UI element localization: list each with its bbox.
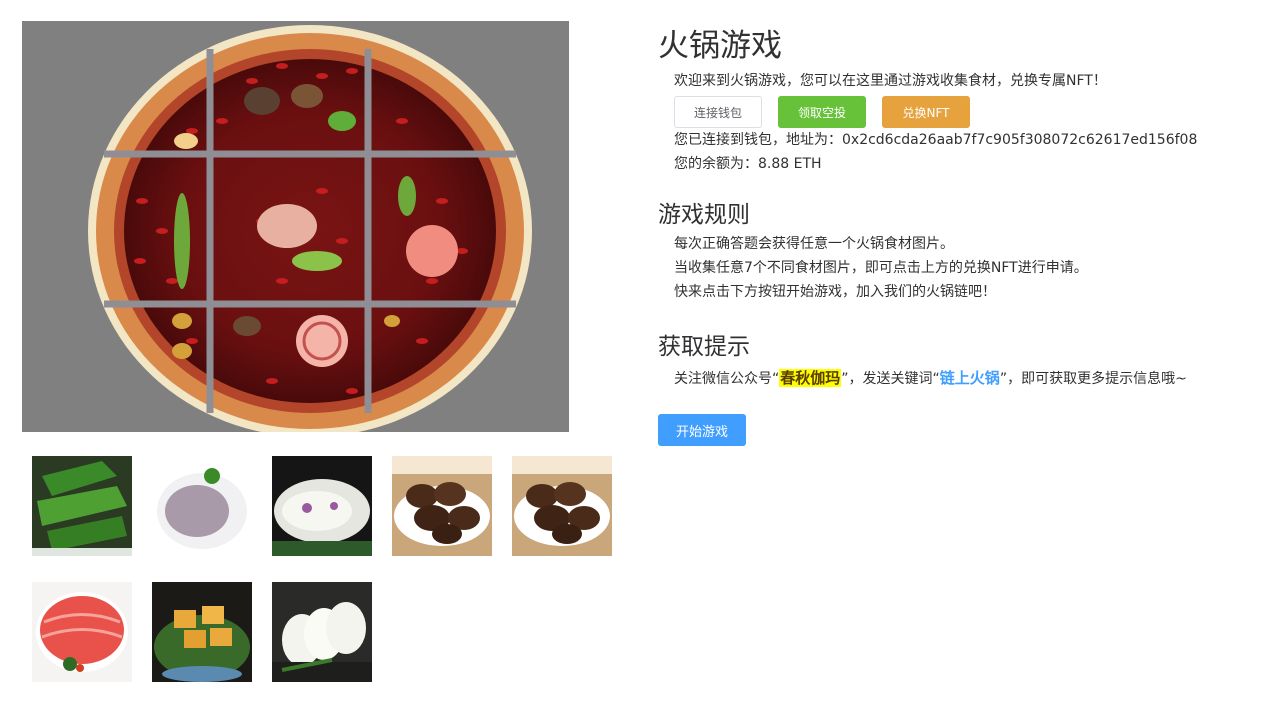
beef-rolls-image xyxy=(32,582,132,682)
wallet-address-text: 您已连接到钱包，地址为：0x2cd6cda26aab7f7c905f308072… xyxy=(674,132,1198,148)
rule-line: 当收集任意7个不同食材图片，即可点击上方的兑换NFT进行申请。 xyxy=(674,260,1088,276)
hotpot-hero-image xyxy=(22,21,569,432)
tips-middle: ”，发送关键词“ xyxy=(841,371,940,387)
rules-list: 每次正确答题会获得任意一个火锅食材图片。 当收集任意7个不同食材图片，即可点击上… xyxy=(674,232,1088,304)
shiitake-mushroom-image xyxy=(392,456,492,556)
welcome-text: 欢迎来到火锅游戏，您可以在这里通过游戏收集食材，兑换专属NFT！ xyxy=(674,73,1107,89)
info-panel: 火锅游戏 欢迎来到火锅游戏，您可以在这里通过游戏收集食材，兑换专属NFT！ 连接… xyxy=(658,26,1258,446)
page-title: 火锅游戏 xyxy=(658,28,782,64)
tips-keyword: 链上火锅 xyxy=(939,369,1000,387)
wallet-balance-text: 您的余额为：8.88 ETH xyxy=(674,156,822,172)
claim-airdrop-button[interactable]: 领取空投 xyxy=(778,96,866,128)
redeem-nft-button[interactable]: 兑换NFT xyxy=(882,96,970,128)
green-pepper-image xyxy=(32,456,132,556)
rules-heading: 游戏规则 xyxy=(658,202,750,228)
white-radish-image xyxy=(272,582,372,682)
tips-text: 关注微信公众号“春秋伽玛”，发送关键词“链上火锅”，即可获取更多提示信息哦~ xyxy=(674,365,1187,392)
tips-prefix: 关注微信公众号“ xyxy=(674,371,780,387)
tips-heading: 获取提示 xyxy=(658,334,750,360)
start-game-button[interactable]: 开始游戏 xyxy=(658,414,746,446)
shrimp-paste-image xyxy=(152,456,252,556)
connect-wallet-button[interactable]: 连接钱包 xyxy=(674,96,762,128)
rule-line: 快来点击下方按钮开始游戏，加入我们的火锅链吧！ xyxy=(674,284,996,300)
wechat-account-name: 春秋伽玛 xyxy=(779,369,842,387)
rule-line: 每次正确答题会获得任意一个火锅食材图片。 xyxy=(674,236,954,252)
squid-slices-image xyxy=(272,456,372,556)
fried-tofu-image xyxy=(152,582,252,682)
hotpot-illustration xyxy=(22,21,569,432)
wallet-actions: 连接钱包 领取空投 兑换NFT xyxy=(674,96,1258,128)
shiitake-mushroom-image-2 xyxy=(512,456,612,556)
tips-suffix: ”，即可获取更多提示信息哦~ xyxy=(999,371,1187,387)
